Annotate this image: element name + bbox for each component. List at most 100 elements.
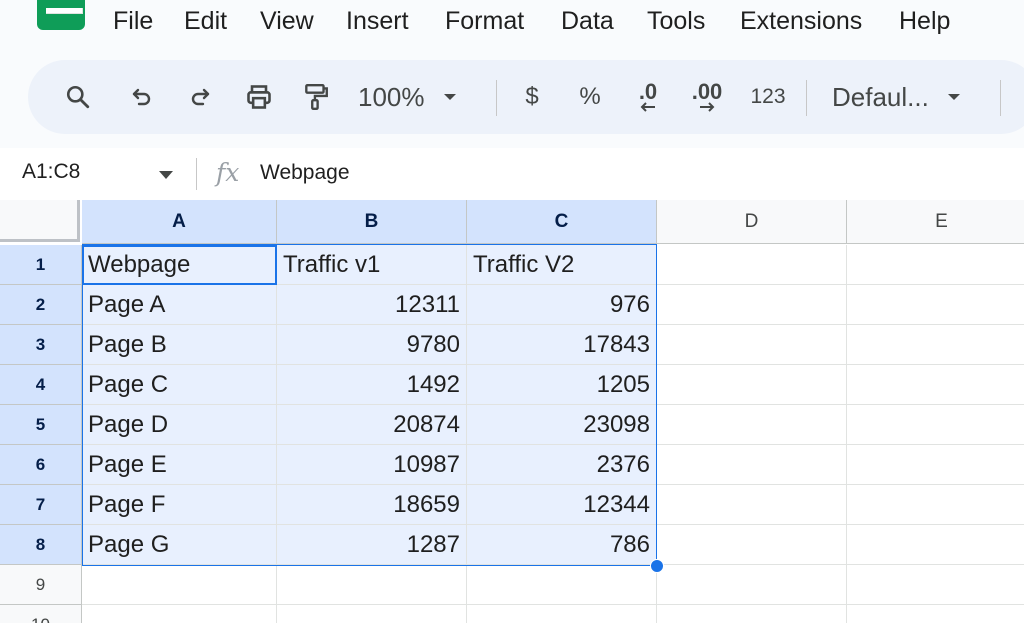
cell-d3[interactable] (657, 325, 847, 365)
cell-e5[interactable] (847, 405, 1024, 445)
arrow-left-icon (640, 102, 655, 112)
fill-handle[interactable] (650, 559, 664, 573)
chevron-down-icon (947, 94, 960, 100)
font-value: Defaul... (832, 81, 929, 112)
menu-insert[interactable]: Insert (346, 6, 409, 36)
cell-a5[interactable]: Page D (82, 405, 277, 445)
paint-format-icon (305, 83, 328, 111)
cell-d1[interactable] (657, 245, 847, 285)
cell-b7[interactable]: 18659 (277, 485, 467, 525)
format-currency-button[interactable]: $ (514, 60, 550, 134)
cell-c1[interactable]: Traffic V2 (467, 245, 657, 285)
cell-b10[interactable] (277, 605, 467, 623)
increase-decimal-button[interactable]: .00 (684, 60, 730, 134)
cell-b2[interactable]: 12311 (277, 285, 467, 325)
cell-b9[interactable] (277, 565, 467, 605)
cell-c7[interactable]: 12344 (467, 485, 657, 525)
toolbar: 100% $ % .0 .00 123 Defaul... (28, 60, 1024, 134)
cell-d2[interactable] (657, 285, 847, 325)
cell-c5[interactable]: 23098 (467, 405, 657, 445)
sheets-logo-icon[interactable] (37, 0, 85, 30)
cell-e1[interactable] (847, 245, 1024, 285)
menu-format[interactable]: Format (445, 6, 524, 36)
cell-b6[interactable]: 10987 (277, 445, 467, 485)
column-header-c[interactable]: C (467, 200, 657, 244)
cell-e7[interactable] (847, 485, 1024, 525)
font-select[interactable]: Defaul... (832, 60, 980, 134)
column-header-d[interactable]: D (657, 200, 847, 244)
row-header-8[interactable]: 8 (0, 525, 82, 565)
cell-e9[interactable] (847, 565, 1024, 605)
column-header-b[interactable]: B (277, 200, 467, 244)
menu-tools[interactable]: Tools (647, 6, 705, 36)
cell-c6[interactable]: 2376 (467, 445, 657, 485)
row-header-10[interactable]: 10 (0, 605, 82, 623)
cell-c2[interactable]: 976 (467, 285, 657, 325)
row-header-5[interactable]: 5 (0, 405, 82, 445)
cell-a6[interactable]: Page E (82, 445, 277, 485)
cell-b4[interactable]: 1492 (277, 365, 467, 405)
cell-d5[interactable] (657, 405, 847, 445)
cell-e10[interactable] (847, 605, 1024, 623)
menu-view[interactable]: View (260, 6, 314, 36)
cell-a9[interactable] (82, 565, 277, 605)
print-icon (247, 85, 271, 109)
chevron-down-icon[interactable] (158, 170, 174, 180)
row-header-1[interactable]: 1 (0, 245, 82, 285)
cell-d7[interactable] (657, 485, 847, 525)
menu-file[interactable]: File (113, 6, 153, 36)
decrease-decimal-button[interactable]: .0 (628, 60, 668, 134)
cell-a1[interactable]: Webpage (82, 245, 277, 285)
formula-input[interactable]: Webpage (260, 161, 350, 185)
menu-edit[interactable]: Edit (184, 6, 227, 36)
menu-data[interactable]: Data (561, 6, 614, 36)
cell-c4[interactable]: 1205 (467, 365, 657, 405)
cell-b1[interactable]: Traffic v1 (277, 245, 467, 285)
cell-b5[interactable]: 20874 (277, 405, 467, 445)
cell-b3[interactable]: 9780 (277, 325, 467, 365)
cell-a4[interactable]: Page C (82, 365, 277, 405)
row-header-7[interactable]: 7 (0, 485, 82, 525)
number-format-label: 123 (750, 85, 786, 108)
format-percent-button[interactable]: % (572, 60, 608, 134)
row-header-2[interactable]: 2 (0, 285, 82, 325)
cell-b8[interactable]: 1287 (277, 525, 467, 565)
cell-a7[interactable]: Page F (82, 485, 277, 525)
cell-d4[interactable] (657, 365, 847, 405)
row-header-3[interactable]: 3 (0, 325, 82, 365)
row-header-4[interactable]: 4 (0, 365, 82, 405)
formula-bar: A1:C8 fx Webpage (0, 148, 1024, 201)
row-header-6[interactable]: 6 (0, 445, 82, 485)
cell-a10[interactable] (82, 605, 277, 623)
cell-e8[interactable] (847, 525, 1024, 565)
zoom-select[interactable]: 100% (358, 60, 470, 134)
column-header-a[interactable]: A (82, 200, 277, 244)
menu-extensions[interactable]: Extensions (740, 6, 862, 36)
paint-format-button[interactable] (296, 60, 336, 134)
cell-d9[interactable] (657, 565, 847, 605)
undo-button[interactable] (122, 60, 162, 134)
cell-a8[interactable]: Page G (82, 525, 277, 565)
cell-e2[interactable] (847, 285, 1024, 325)
more-formats-button[interactable]: 123 (746, 60, 790, 134)
cell-c8[interactable]: 786 (467, 525, 657, 565)
cell-e3[interactable] (847, 325, 1024, 365)
cell-e6[interactable] (847, 445, 1024, 485)
select-all-corner[interactable] (0, 200, 80, 242)
name-box[interactable]: A1:C8 (22, 160, 80, 184)
search-menus-button[interactable] (58, 60, 98, 134)
row-header-9[interactable]: 9 (0, 565, 82, 605)
cell-c9[interactable] (467, 565, 657, 605)
cell-d10[interactable] (657, 605, 847, 623)
print-button[interactable] (238, 60, 280, 134)
column-header-e[interactable]: E (847, 200, 1024, 244)
cell-a3[interactable]: Page B (82, 325, 277, 365)
redo-button[interactable] (180, 60, 220, 134)
cell-e4[interactable] (847, 365, 1024, 405)
cell-c3[interactable]: 17843 (467, 325, 657, 365)
cell-d8[interactable] (657, 525, 847, 565)
cell-a2[interactable]: Page A (82, 285, 277, 325)
cell-c10[interactable] (467, 605, 657, 623)
menu-help[interactable]: Help (899, 6, 950, 36)
cell-d6[interactable] (657, 445, 847, 485)
